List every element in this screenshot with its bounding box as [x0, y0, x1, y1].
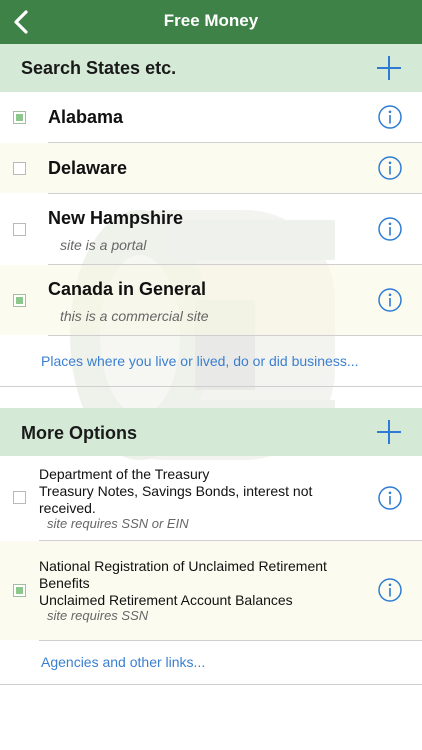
option-row-retirement[interactable]: National Registration of Unclaimed Retir… [0, 541, 422, 640]
state-name: Canada in General [48, 279, 207, 299]
option-checkbox-treasury[interactable] [13, 491, 26, 504]
more-options-section-title: More Options [21, 423, 137, 443]
option-row-treasury[interactable]: Department of the Treasury Treasury Note… [0, 456, 422, 540]
state-info-button[interactable] [378, 156, 402, 180]
row-separator [48, 335, 422, 336]
info-circle-icon [378, 288, 402, 312]
chevron-left-icon [14, 10, 28, 34]
state-checkbox-alabama[interactable] [13, 111, 26, 124]
option-title: Department of the Treasury [39, 466, 210, 482]
nav-title: Free Money [163, 11, 259, 30]
state-info-button[interactable] [378, 217, 402, 241]
state-subtitle: this is a commercial site [60, 308, 209, 324]
plus-icon [377, 420, 401, 444]
option-checkbox-retirement[interactable] [13, 584, 26, 597]
state-name: Delaware [48, 158, 128, 178]
option-description: Treasury Notes, Savings Bonds, interest … [39, 483, 313, 516]
state-row-alabama[interactable]: Alabama [0, 92, 422, 142]
state-checkbox-delaware[interactable] [13, 162, 26, 175]
state-row-delaware[interactable]: Delaware [0, 143, 422, 193]
plus-icon [377, 56, 401, 80]
option-note: site requires SSN or EIN [47, 516, 189, 531]
state-row-canada[interactable]: Canada in General this is a commercial s… [0, 265, 422, 335]
option-title: National Registration of Unclaimed Retir… [39, 558, 327, 591]
state-info-button[interactable] [378, 288, 402, 312]
info-circle-icon [378, 105, 402, 129]
back-button[interactable] [8, 7, 36, 37]
row-separator [39, 640, 422, 641]
state-info-button[interactable] [378, 105, 402, 129]
option-info-button[interactable] [378, 486, 402, 510]
info-circle-icon [378, 156, 402, 180]
info-circle-icon [378, 217, 402, 241]
section-separator [0, 386, 422, 387]
state-subtitle: site is a portal [60, 237, 147, 253]
state-row-new-hampshire[interactable]: New Hampshire site is a portal [0, 194, 422, 264]
states-section-title: Search States etc. [21, 58, 177, 78]
state-name: Alabama [48, 107, 124, 127]
info-circle-icon [378, 578, 402, 602]
places-link[interactable]: Places where you live or lived, do or di… [41, 353, 359, 369]
section-separator [0, 684, 422, 685]
state-checkbox-new-hampshire[interactable] [13, 223, 26, 236]
state-checkbox-canada[interactable] [13, 294, 26, 307]
state-name: New Hampshire [48, 208, 184, 228]
option-info-button[interactable] [378, 578, 402, 602]
option-description: Unclaimed Retirement Account Balances [39, 592, 293, 608]
info-circle-icon [378, 486, 402, 510]
add-option-button[interactable] [375, 418, 403, 446]
add-state-button[interactable] [375, 54, 403, 82]
agencies-link[interactable]: Agencies and other links... [41, 654, 205, 670]
option-note: site requires SSN [47, 608, 149, 623]
